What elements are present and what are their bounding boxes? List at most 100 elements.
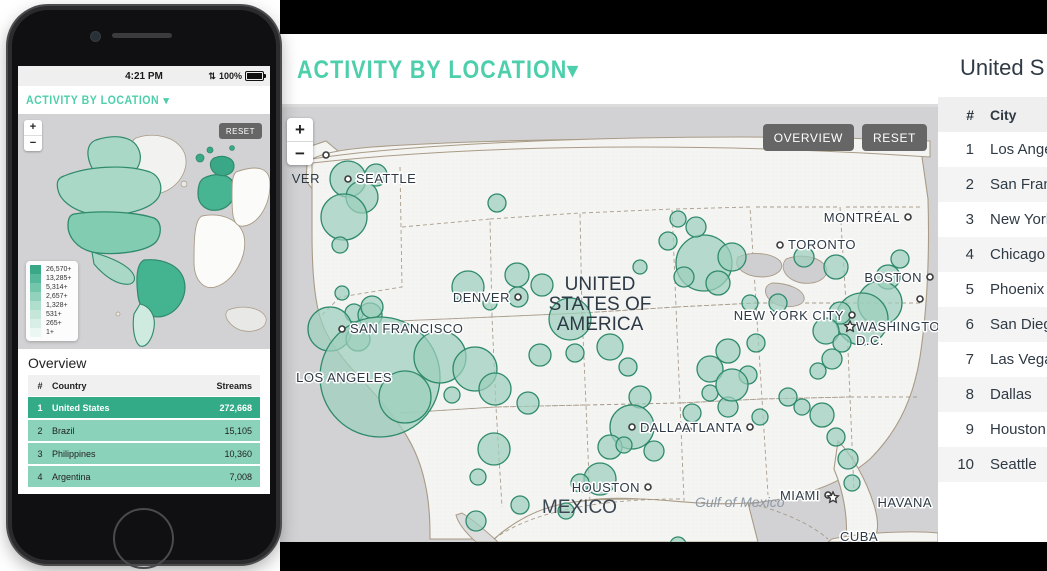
table-row[interactable]: 2 San Francisco — [938, 167, 1047, 202]
row-city: San Diego — [990, 316, 1047, 333]
chevron-down-icon[interactable]: ▾ — [163, 94, 169, 107]
legend-label: 1+ — [46, 329, 54, 336]
table-row[interactable]: 5 Phoenix — [938, 272, 1047, 307]
country-table-header: # Country Streams — [28, 375, 260, 396]
phone-screen: 4:21 PM ⇅ 100% ACTIVITY BY LOCATION ▾ + … — [18, 66, 270, 494]
row-city: Phoenix — [990, 281, 1045, 298]
column-header-country: Country — [52, 380, 87, 391]
region-scandinavia — [209, 155, 235, 177]
legend-label: 1,328+ — [46, 302, 68, 309]
table-row[interactable]: 7 Las Vegas — [938, 342, 1047, 377]
legend-label: 26,570+ — [46, 266, 72, 273]
map-label-seattle: SEATTLE — [356, 171, 416, 186]
row-rank: 4 — [37, 471, 43, 482]
legend-label: 2,657+ — [46, 293, 68, 300]
row-streams: 10,360 — [224, 448, 252, 459]
overview-button[interactable]: OVERVIEW — [762, 124, 854, 151]
row-streams: 272,668 — [219, 402, 252, 413]
page-title: ACTIVITY BY LOCATION — [297, 55, 568, 84]
legend-swatch — [30, 265, 41, 274]
row-rank: 1 — [965, 141, 974, 158]
status-time: 4:21 PM — [125, 70, 163, 82]
laptop-bezel-top — [280, 0, 1047, 34]
reset-button[interactable]: RESET — [861, 124, 927, 151]
usa-bubble-map[interactable]: VER SEATTLE DENVER LOS ANGELES SAN FRANC… — [280, 107, 938, 542]
map-button-group: OVERVIEW RESET — [762, 124, 927, 151]
phone-reset-button[interactable]: RESET — [218, 123, 262, 139]
legend-swatch — [30, 292, 41, 301]
legend-swatches — [30, 265, 41, 337]
row-rank: 2 — [37, 425, 43, 436]
row-rank: 3 — [37, 448, 43, 459]
phone-zoom-in-button[interactable]: + — [24, 120, 42, 135]
table-row[interactable]: 6 San Diego — [938, 307, 1047, 342]
row-city: San Francisco — [990, 176, 1047, 193]
map-label-gulf: Gulf of Mexico — [695, 494, 785, 510]
map-label-nyc: NEW YORK CITY — [734, 308, 844, 323]
legend-label: 5,314+ — [46, 284, 68, 291]
city-table-header: # City — [938, 97, 1047, 132]
map-label-toronto: TORONTO — [788, 237, 856, 252]
row-rank: 3 — [965, 211, 974, 228]
column-header-rank: # — [37, 380, 43, 391]
desktop-header: ACTIVITY BY LOCATION ▾ — [280, 34, 1047, 106]
map-label-sanfrancisco: SAN FRANCISCO — [350, 321, 463, 336]
table-row[interactable]: 3 Philippines 10,360 — [28, 443, 260, 464]
map-zoom-out-button[interactable]: − — [287, 142, 313, 165]
table-row[interactable]: 8 Dallas — [938, 377, 1047, 412]
world-choropleth-map[interactable]: + − RESET 26,570+ 13,285+ 5,314+ 2,657+ … — [18, 114, 270, 349]
country-usa — [67, 211, 161, 255]
legend-label: 13,285+ — [46, 275, 72, 282]
table-row[interactable]: 10 Seattle — [938, 447, 1047, 482]
earpiece-speaker — [112, 33, 172, 38]
row-city: Dallas — [990, 386, 1032, 403]
row-country: Argentina — [52, 471, 91, 482]
map-legend: 26,570+ 13,285+ 5,314+ 2,657+ 1,328+ 531… — [26, 261, 78, 341]
legend-swatch — [30, 310, 41, 319]
phone-zoom-out-button[interactable]: − — [24, 136, 42, 151]
phone-mockup: 4:21 PM ⇅ 100% ACTIVITY BY LOCATION ▾ + … — [0, 0, 290, 571]
table-row[interactable]: 1 Los Angeles — [938, 132, 1047, 167]
table-row[interactable]: 2 Brazil 15,105 — [28, 420, 260, 441]
chevron-down-icon[interactable]: ▾ — [567, 60, 578, 81]
map-zoom-control[interactable]: + − — [287, 118, 313, 165]
home-button[interactable] — [113, 508, 174, 569]
map-label-dc: D.C. — [856, 333, 884, 348]
row-rank: 6 — [965, 316, 974, 333]
country-table: # Country Streams 1 United States 272,66… — [28, 375, 260, 487]
phone-map-zoom-control[interactable]: + − — [24, 120, 42, 151]
map-label-atlanta: ATLANTA — [682, 420, 742, 435]
table-row[interactable]: 4 Chicago — [938, 237, 1047, 272]
row-rank: 1 — [37, 402, 43, 413]
row-city: New York City — [990, 211, 1047, 228]
table-row[interactable]: 4 Argentina 7,008 — [28, 466, 260, 487]
row-rank: 9 — [965, 421, 974, 438]
map-label-cuba: CUBA — [840, 529, 878, 542]
list-panel-title: United S — [960, 55, 1045, 80]
legend-label: 265+ — [46, 320, 62, 327]
table-row[interactable]: 9 Houston — [938, 412, 1047, 447]
row-rank: 5 — [965, 281, 974, 298]
row-country: Brazil — [52, 425, 75, 436]
row-rank: 10 — [957, 456, 974, 473]
row-rank: 8 — [965, 386, 974, 403]
overview-heading: Overview — [28, 355, 87, 371]
row-rank: 4 — [965, 246, 974, 263]
legend-swatch — [30, 274, 41, 283]
city-list-panel: United S # City 1 Los Angeles 2 San Fran… — [938, 34, 1047, 542]
map-label-havana: HAVANA — [877, 495, 932, 510]
map-zoom-in-button[interactable]: + — [287, 118, 313, 141]
phone-page-title: ACTIVITY BY LOCATION — [26, 93, 160, 107]
map-label-losangeles: LOS ANGELES — [296, 370, 392, 385]
country-canada — [56, 166, 162, 216]
table-row[interactable]: 3 New York City — [938, 202, 1047, 237]
table-row[interactable]: 1 United States 272,668 — [28, 397, 260, 418]
legend-labels: 26,570+ 13,285+ 5,314+ 2,657+ 1,328+ 531… — [46, 265, 72, 337]
map-label-houston: HOUSTON — [572, 480, 640, 495]
svg-text:AMERICA: AMERICA — [557, 314, 644, 335]
map-label-mexico: MEXICO — [542, 497, 617, 518]
status-right-group: ⇅ 100% — [208, 71, 266, 82]
row-city: Chicago — [990, 246, 1046, 263]
legend-swatch — [30, 301, 41, 310]
row-streams: 7,008 — [229, 471, 252, 482]
